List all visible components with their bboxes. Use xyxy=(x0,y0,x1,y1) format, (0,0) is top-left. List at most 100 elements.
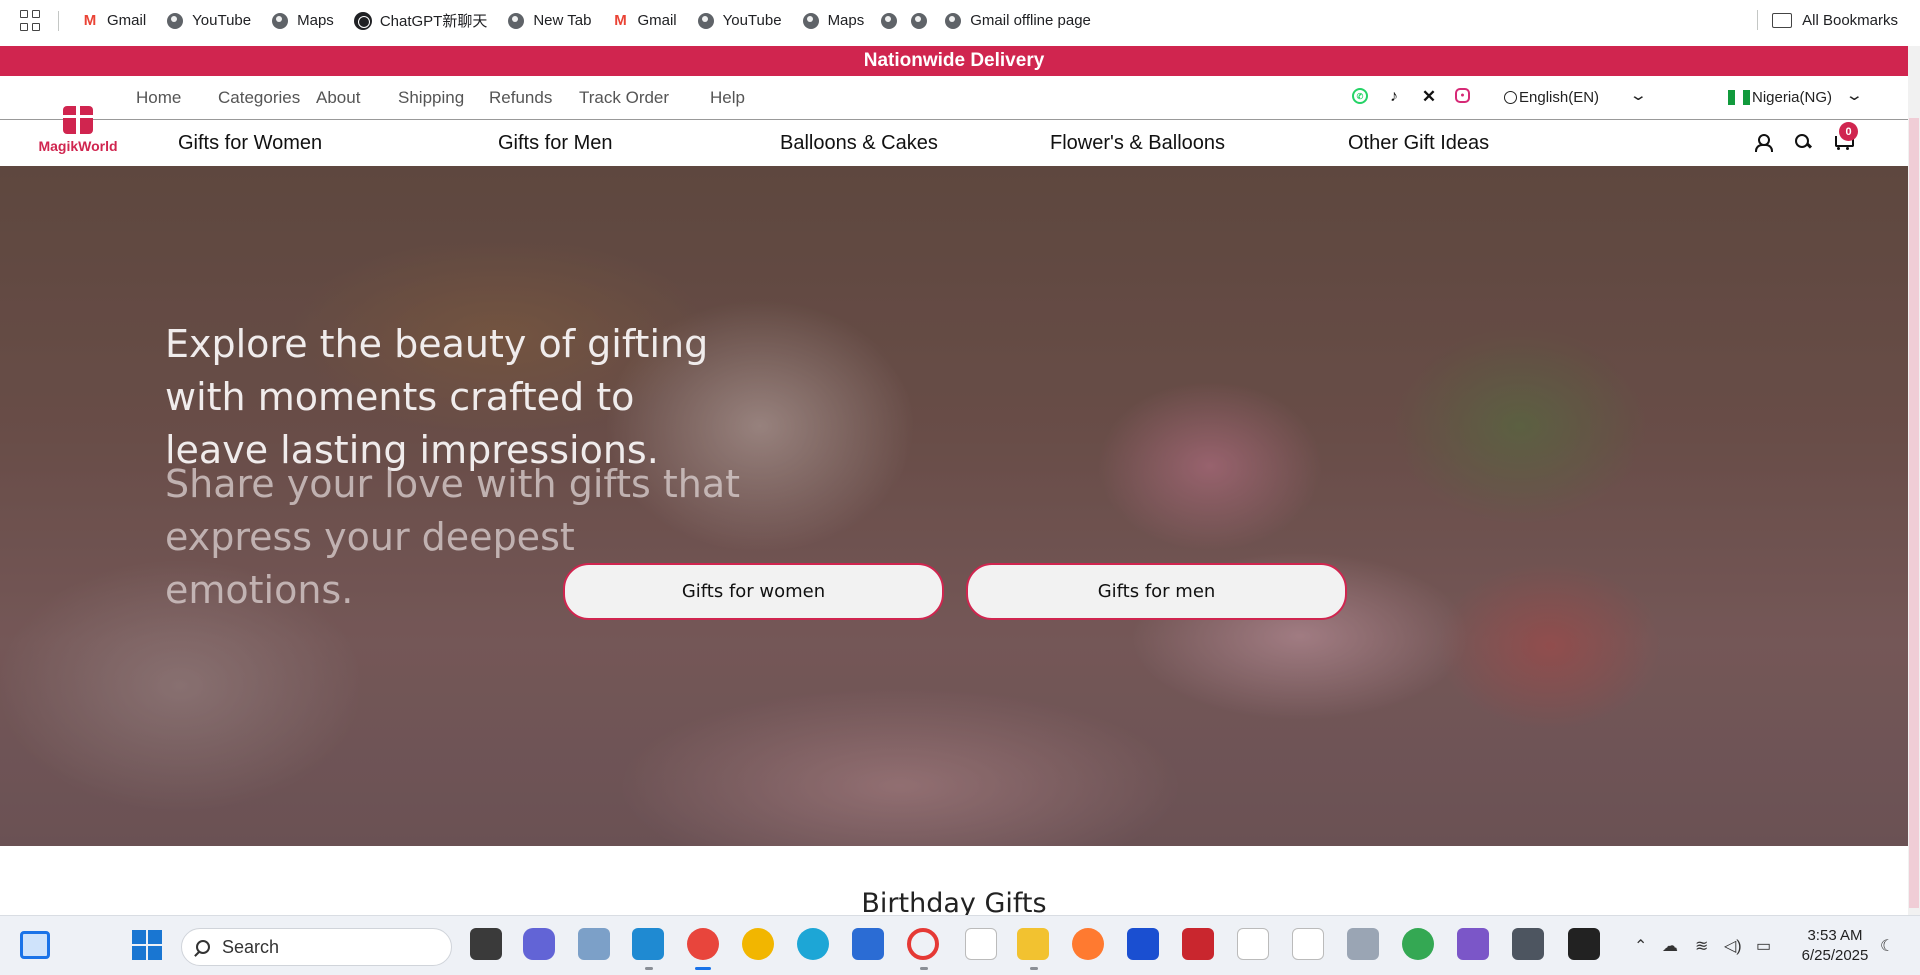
category-flowers-balloons[interactable]: Flower's & Balloons xyxy=(1050,132,1225,155)
unity-icon[interactable] xyxy=(1512,928,1544,960)
taskbar-search[interactable]: Search xyxy=(181,928,452,966)
nigeria-flag-icon xyxy=(1728,90,1750,105)
bookmark-label: YouTube xyxy=(192,12,252,29)
file-icon[interactable] xyxy=(1237,928,1269,960)
clock-time: 3:53 AM xyxy=(1807,927,1863,944)
bookmark-item[interactable]: ChatGPT新聊天 xyxy=(344,6,498,36)
bookmark-item[interactable] xyxy=(904,6,934,36)
site-logo[interactable]: MagikWorld xyxy=(28,102,128,166)
bookmark-label: New Tab xyxy=(533,12,592,29)
bookmarks-bar: M Gmail YouTube Maps ChatGPT新聊天 New Tab M Gmail… xyxy=(0,0,1920,41)
nav-about-link[interactable]: About xyxy=(316,88,360,108)
whatsapp-icon[interactable]: ✆ xyxy=(1352,88,1368,104)
filezilla-icon[interactable] xyxy=(1182,928,1214,960)
bookmark-item[interactable]: YouTube xyxy=(687,6,792,36)
nav-track-order-link[interactable]: Track Order xyxy=(579,88,669,108)
search-icon xyxy=(196,940,210,954)
bookmark-item[interactable]: Gmail offline page xyxy=(934,6,1101,36)
nav-shipping-link[interactable]: Shipping xyxy=(398,88,464,108)
bookmark-label: Maps xyxy=(297,12,334,29)
widgets-icon[interactable] xyxy=(20,931,50,959)
moon-icon[interactable]: ☾ xyxy=(1880,936,1894,956)
chat-icon[interactable] xyxy=(523,928,555,960)
start-icon[interactable] xyxy=(132,930,162,960)
edge-icon[interactable] xyxy=(797,928,829,960)
promo-text: Nationwide Delivery xyxy=(863,50,1045,71)
account-icon[interactable] xyxy=(1752,132,1773,152)
opera-icon[interactable] xyxy=(907,928,939,960)
folder-icon[interactable] xyxy=(1017,928,1049,960)
system-clock[interactable]: 3:53 AM 6/25/2025 xyxy=(1790,926,1880,966)
category-gifts-for-women[interactable]: Gifts for Women xyxy=(178,132,322,155)
gift-logo-icon xyxy=(63,106,93,134)
chevron-up-icon[interactable]: ⌃ xyxy=(1634,936,1647,956)
image-viewer-icon[interactable] xyxy=(1347,928,1379,960)
folder-icon xyxy=(1772,13,1793,28)
bookmark-item[interactable] xyxy=(874,6,904,36)
cart-count-badge: 0 xyxy=(1839,122,1858,141)
top-nav: Home Categories About Shipping Refunds T… xyxy=(0,76,1908,120)
hero-banner: Explore the beauty of gifting with momen… xyxy=(0,166,1908,846)
scrollbar-thumb[interactable] xyxy=(1909,118,1919,908)
nav-refunds-link[interactable]: Refunds xyxy=(489,88,552,108)
globe-icon xyxy=(802,12,820,30)
bookmark-item[interactable]: M Gmail xyxy=(71,6,156,36)
capcut-icon[interactable] xyxy=(1568,928,1600,960)
bookmark-item[interactable]: M Gmail xyxy=(601,6,686,36)
nav-help-link[interactable]: Help xyxy=(710,88,745,108)
active-indicator xyxy=(695,967,711,970)
globe-icon xyxy=(271,12,289,30)
volume-icon[interactable]: ◁) xyxy=(1724,936,1742,956)
page-scrollbar[interactable] xyxy=(1908,46,1920,916)
wifi-icon[interactable]: ≋ xyxy=(1695,936,1708,956)
language-label: English(EN) xyxy=(1519,89,1600,106)
gmail-icon: M xyxy=(83,12,97,29)
bookmarks-divider xyxy=(1757,10,1758,30)
file-manager-icon[interactable] xyxy=(578,928,610,960)
postman-icon[interactable] xyxy=(1072,928,1104,960)
promo-banner: Nationwide Delivery xyxy=(0,46,1908,76)
gifts-for-men-button[interactable]: Gifts for men xyxy=(966,563,1347,620)
category-balloons-cakes[interactable]: Balloons & Cakes xyxy=(780,132,938,155)
chrome-canary-icon[interactable] xyxy=(742,928,774,960)
chrome-profile-icon[interactable] xyxy=(1402,928,1434,960)
onedrive-icon[interactable]: ☁ xyxy=(1662,936,1678,956)
bookmark-label: Gmail xyxy=(107,12,147,29)
bookmark-label: Maps xyxy=(827,12,865,29)
vscode-icon[interactable] xyxy=(632,928,664,960)
task-view-icon[interactable] xyxy=(470,928,502,960)
chrome-icon[interactable] xyxy=(687,928,719,960)
country-label: Nigeria(NG) xyxy=(1752,89,1833,106)
bookmark-item[interactable]: Maps xyxy=(261,6,344,36)
nav-categories-link[interactable]: Categories xyxy=(218,88,300,108)
store-icon[interactable] xyxy=(852,928,884,960)
nav-home-link[interactable]: Home xyxy=(136,88,181,108)
apps-grid-icon[interactable] xyxy=(20,9,42,32)
bookmark-item[interactable]: YouTube xyxy=(156,6,261,36)
category-nav: MagikWorld Gifts for Women Gifts for Men… xyxy=(0,106,1908,166)
search-icon[interactable] xyxy=(1793,132,1813,152)
running-indicator xyxy=(920,967,928,970)
category-gifts-for-men[interactable]: Gifts for Men xyxy=(498,132,612,155)
all-bookmarks-label: All Bookmarks xyxy=(1802,12,1898,29)
chevron-down-icon[interactable]: ⌄ xyxy=(1845,86,1864,104)
instagram-icon[interactable]: ● xyxy=(1455,88,1470,103)
x-twitter-icon[interactable]: ✕ xyxy=(1420,87,1438,106)
file-icon[interactable] xyxy=(965,928,997,960)
bookmark-item[interactable]: New Tab xyxy=(497,6,601,36)
visual-studio-icon[interactable] xyxy=(1457,928,1489,960)
battery-icon[interactable]: ▭ xyxy=(1756,936,1771,956)
globe-icon xyxy=(697,12,715,30)
tiktok-icon[interactable]: ♪ xyxy=(1385,88,1403,106)
file-icon[interactable] xyxy=(1292,928,1324,960)
malwarebytes-icon[interactable] xyxy=(1127,928,1159,960)
bookmark-item[interactable]: Maps xyxy=(792,6,875,36)
logo-text: MagikWorld xyxy=(38,138,118,154)
country-selector[interactable]: Nigeria(NG) xyxy=(1728,89,1832,106)
language-selector[interactable]: English(EN) xyxy=(1504,89,1599,106)
category-other-gift-ideas[interactable]: Other Gift Ideas xyxy=(1348,132,1489,155)
gifts-for-women-button[interactable]: Gifts for women xyxy=(563,563,944,620)
all-bookmarks-button[interactable]: All Bookmarks xyxy=(1772,0,1898,41)
clock-date: 6/25/2025 xyxy=(1801,947,1869,964)
chevron-down-icon[interactable]: ⌄ xyxy=(1629,86,1648,104)
